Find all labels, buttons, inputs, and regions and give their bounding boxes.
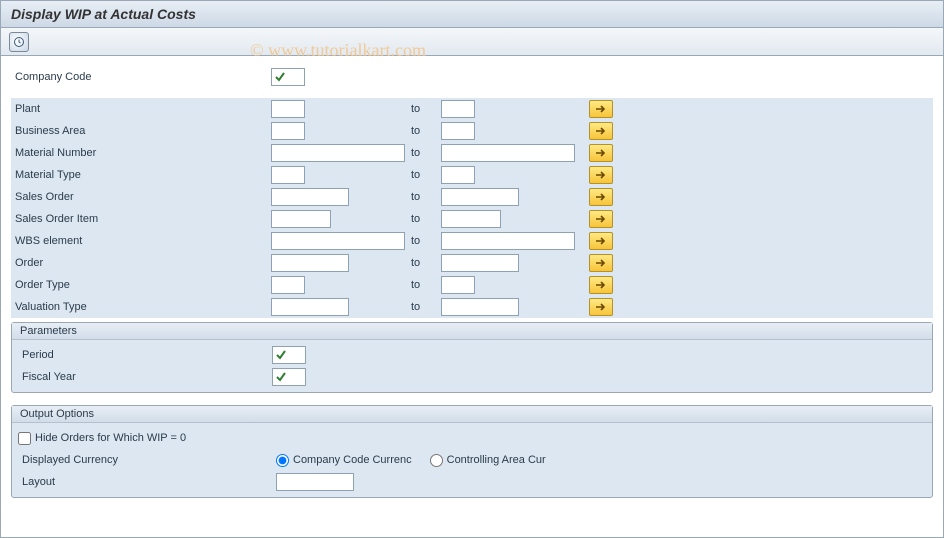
arrow-right-icon	[595, 104, 607, 114]
sales-order-from-input[interactable]	[271, 188, 349, 206]
company-code-label: Company Code	[11, 71, 271, 83]
valuation-type-label: Valuation Type	[11, 301, 271, 313]
currency-controlling-area-radio[interactable]: Controlling Area Cur	[430, 454, 546, 467]
required-check-icon	[276, 350, 286, 360]
sales-order-label: Sales Order	[11, 191, 271, 203]
arrow-right-icon	[595, 302, 607, 312]
hide-zero-label: Hide Orders for Which WIP = 0	[35, 432, 186, 444]
valuation-type-extend-button[interactable]	[589, 298, 613, 316]
material-number-label: Material Number	[11, 147, 271, 159]
page-title: Display WIP at Actual Costs	[1, 1, 943, 28]
valuation-type-from-input[interactable]	[271, 298, 349, 316]
arrow-right-icon	[595, 280, 607, 290]
period-label: Period	[18, 349, 272, 361]
currency-company-code-radio[interactable]: Company Code Currenc	[276, 454, 412, 467]
plant-extend-button[interactable]	[589, 100, 613, 118]
wbs-element-from-input[interactable]	[271, 232, 405, 250]
currency-cc-label: Company Code Currenc	[293, 454, 412, 466]
arrow-right-icon	[595, 192, 607, 202]
material-type-from-input[interactable]	[271, 166, 305, 184]
layout-label: Layout	[18, 476, 276, 488]
material-type-label: Material Type	[11, 169, 271, 181]
plant-label: Plant	[11, 103, 271, 115]
material-number-from-input[interactable]	[271, 144, 405, 162]
output-options-title: Output Options	[12, 406, 932, 423]
hide-zero-input[interactable]	[18, 432, 31, 445]
to-label: to	[411, 103, 441, 115]
currency-ca-label: Controlling Area Cur	[447, 454, 546, 466]
arrow-right-icon	[595, 258, 607, 268]
valuation-type-to-input[interactable]	[441, 298, 519, 316]
plant-from-input[interactable]	[271, 100, 305, 118]
parameters-title: Parameters	[12, 323, 932, 340]
order-type-to-input[interactable]	[441, 276, 475, 294]
order-type-label: Order Type	[11, 279, 271, 291]
business-area-extend-button[interactable]	[589, 122, 613, 140]
order-extend-button[interactable]	[589, 254, 613, 272]
fiscal-year-label: Fiscal Year	[18, 371, 272, 383]
wbs-element-extend-button[interactable]	[589, 232, 613, 250]
clock-icon	[13, 36, 25, 48]
arrow-right-icon	[595, 148, 607, 158]
fiscal-year-input[interactable]	[272, 368, 306, 386]
arrow-right-icon	[595, 126, 607, 136]
sales-order-item-extend-button[interactable]	[589, 210, 613, 228]
business-area-to-input[interactable]	[441, 122, 475, 140]
period-input[interactable]	[272, 346, 306, 364]
hide-zero-checkbox[interactable]: Hide Orders for Which WIP = 0	[18, 432, 186, 445]
sales-order-item-to-input[interactable]	[441, 210, 501, 228]
sales-order-to-input[interactable]	[441, 188, 519, 206]
business-area-label: Business Area	[11, 125, 271, 137]
material-number-extend-button[interactable]	[589, 144, 613, 162]
plant-to-input[interactable]	[441, 100, 475, 118]
sales-order-item-from-input[interactable]	[271, 210, 331, 228]
material-number-to-input[interactable]	[441, 144, 575, 162]
output-options-group: Output Options Hide Orders for Which WIP…	[11, 405, 933, 498]
sales-order-item-label: Sales Order Item	[11, 213, 271, 225]
order-to-input[interactable]	[441, 254, 519, 272]
order-type-from-input[interactable]	[271, 276, 305, 294]
displayed-currency-label: Displayed Currency	[18, 454, 276, 466]
currency-ca-input[interactable]	[430, 454, 443, 467]
arrow-right-icon	[595, 170, 607, 180]
company-code-input[interactable]	[271, 68, 305, 86]
layout-input[interactable]	[276, 473, 354, 491]
wbs-element-label: WBS element	[11, 235, 271, 247]
sales-order-extend-button[interactable]	[589, 188, 613, 206]
wbs-element-to-input[interactable]	[441, 232, 575, 250]
order-type-extend-button[interactable]	[589, 276, 613, 294]
required-check-icon	[276, 372, 286, 382]
execute-button[interactable]	[9, 32, 29, 52]
currency-cc-input[interactable]	[276, 454, 289, 467]
material-type-to-input[interactable]	[441, 166, 475, 184]
parameters-group: Parameters Period Fiscal Year	[11, 322, 933, 393]
arrow-right-icon	[595, 214, 607, 224]
toolbar	[1, 28, 943, 56]
material-type-extend-button[interactable]	[589, 166, 613, 184]
arrow-right-icon	[595, 236, 607, 246]
business-area-from-input[interactable]	[271, 122, 305, 140]
required-check-icon	[275, 72, 285, 82]
order-from-input[interactable]	[271, 254, 349, 272]
order-label: Order	[11, 257, 271, 269]
